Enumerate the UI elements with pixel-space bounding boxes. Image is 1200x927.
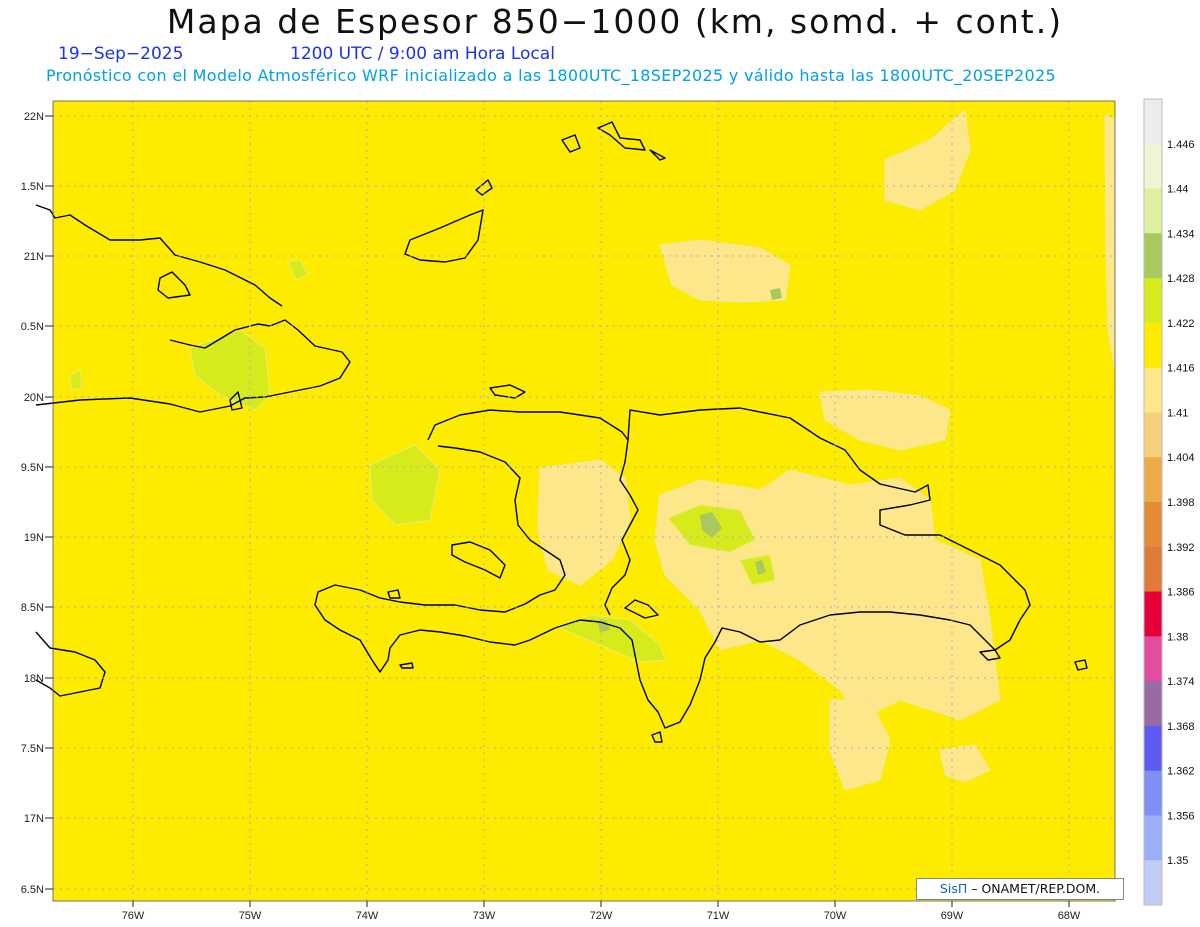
sis-logo: SisΠ	[939, 881, 968, 896]
thickness-map: 22N 1.5N 21N 0.5N 20N 9.5N 19N 8.5N 18N …	[21, 98, 1195, 922]
lon-label: 75W	[239, 910, 262, 922]
lon-label: 71W	[707, 910, 730, 922]
legend-swatch	[1144, 502, 1162, 548]
lon-label: 68W	[1058, 910, 1081, 922]
legend-label: 1.386	[1167, 587, 1195, 599]
legend-label: 1.35	[1167, 855, 1188, 867]
legend-label: 1.362	[1167, 766, 1195, 778]
legend-label: 1.374	[1167, 676, 1195, 688]
lat-label: 17N	[24, 813, 44, 825]
color-legend: 1.446 1.44 1.434 1.428 1.422 1.416 1.41 1.404 1.…	[1143, 98, 1195, 906]
lat-label: 6.5N	[21, 884, 44, 896]
legend-swatch	[1144, 815, 1162, 861]
legend-label: 1.368	[1167, 721, 1195, 733]
lon-label: 70W	[824, 910, 847, 922]
legend-label: 1.416	[1167, 363, 1195, 375]
legend-swatch	[1144, 278, 1162, 324]
legend-swatch	[1144, 143, 1162, 190]
lat-label: 7.5N	[21, 743, 44, 755]
legend-swatch	[1144, 322, 1162, 369]
lon-label: 69W	[941, 910, 964, 922]
lat-label: 0.5N	[21, 321, 44, 333]
legend-label: 1.41	[1167, 407, 1188, 419]
lon-label: 72W	[590, 910, 613, 922]
credit-text: – ONAMET/REP.DOM.	[971, 881, 1101, 896]
legend-swatch	[1144, 457, 1162, 503]
legend-swatch	[1144, 233, 1162, 279]
lon-label: 74W	[356, 910, 379, 922]
lat-label: 8.5N	[21, 602, 44, 614]
latitude-axis: 22N 1.5N 21N 0.5N 20N 9.5N 19N 8.5N 18N …	[21, 111, 44, 896]
legend-label: 1.44	[1167, 184, 1188, 196]
legend-swatch	[1144, 591, 1162, 637]
credit-box: SisΠ – ONAMET/REP.DOM.	[916, 878, 1124, 900]
legend-swatch	[1144, 99, 1162, 145]
legend-swatch	[1144, 636, 1162, 682]
legend-label: 1.38	[1167, 631, 1188, 643]
legend-label: 1.446	[1167, 139, 1195, 151]
legend-label: 1.422	[1167, 318, 1195, 330]
legend-swatch	[1144, 367, 1162, 413]
legend-label: 1.398	[1167, 497, 1195, 509]
legend-swatch	[1144, 546, 1162, 593]
legend-swatch	[1144, 412, 1162, 458]
legend-swatch	[1144, 725, 1162, 772]
lat-label: 18N	[24, 673, 44, 685]
lat-label: 9.5N	[21, 462, 44, 474]
legend-swatch	[1144, 188, 1162, 234]
longitude-axis: 76W 75W 74W 73W 72W 71W 70W 69W 68W	[122, 910, 1081, 922]
legend-label: 1.434	[1167, 228, 1195, 240]
legend-label: 1.356	[1167, 810, 1195, 822]
legend-label: 1.428	[1167, 273, 1195, 285]
legend-swatch	[1144, 770, 1162, 816]
lon-label: 73W	[473, 910, 496, 922]
legend-swatch	[1144, 860, 1162, 906]
lat-label: 19N	[24, 532, 44, 544]
legend-label: 1.404	[1167, 452, 1195, 464]
lon-label: 76W	[122, 910, 145, 922]
legend-swatch	[1144, 681, 1162, 727]
lat-label: 20N	[24, 392, 44, 404]
lat-label: 1.5N	[21, 181, 44, 193]
lat-label: 22N	[24, 111, 44, 123]
legend-label: 1.392	[1167, 542, 1195, 554]
lat-label: 21N	[24, 251, 44, 263]
